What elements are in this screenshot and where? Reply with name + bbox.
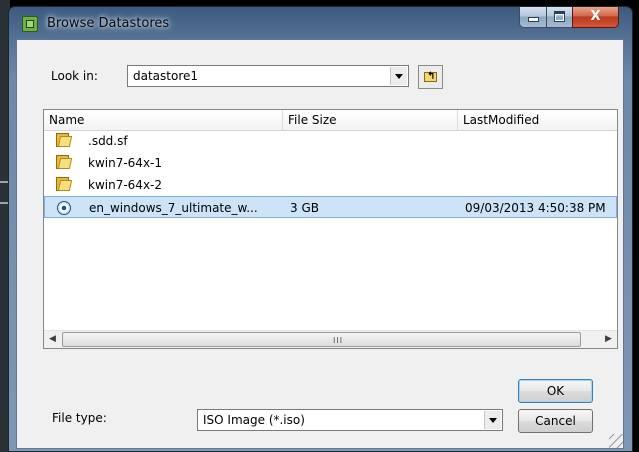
list-item[interactable]: kwin7-64x-2 bbox=[44, 174, 617, 196]
scroll-right-icon[interactable]: ▶ bbox=[600, 331, 617, 348]
scroll-left-icon[interactable]: ◀ bbox=[44, 331, 61, 348]
scroll-grip: III bbox=[333, 336, 344, 345]
dialog-body: Look in: datastore1 ↰ Name File Size Las… bbox=[16, 39, 624, 449]
column-header-last-modified[interactable]: LastModified bbox=[458, 110, 617, 130]
up-arrow-icon: ↰ bbox=[427, 71, 436, 82]
chevron-down-icon[interactable] bbox=[484, 411, 501, 429]
close-button[interactable]: X bbox=[572, 7, 619, 28]
maximize-icon bbox=[554, 11, 565, 22]
list-header: Name File Size LastModified bbox=[44, 110, 617, 131]
window-title: Browse Datastores bbox=[47, 16, 170, 31]
folder-icon bbox=[56, 155, 73, 169]
minimize-button[interactable] bbox=[519, 7, 547, 28]
folder-icon bbox=[56, 177, 73, 191]
look-in-dropdown[interactable]: datastore1 bbox=[127, 65, 409, 87]
column-header-file-size[interactable]: File Size bbox=[283, 110, 458, 130]
list-item[interactable]: kwin7-64x-1 bbox=[44, 152, 617, 174]
resize-grip-icon[interactable] bbox=[609, 434, 623, 448]
file-name: .sdd.sf bbox=[88, 134, 128, 148]
file-last-modified: 09/03/2013 4:50:38 PM bbox=[465, 201, 606, 215]
cancel-button[interactable]: Cancel bbox=[518, 409, 593, 433]
browse-datastores-dialog: Browse Datastores X Look in: datastore1 … bbox=[8, 6, 633, 452]
minimize-icon bbox=[527, 17, 539, 22]
look-in-value: datastore1 bbox=[133, 69, 199, 83]
file-size: 3 GB bbox=[290, 201, 319, 215]
file-name: kwin7-64x-1 bbox=[88, 156, 163, 170]
file-type-dropdown[interactable]: ISO Image (*.iso) bbox=[197, 409, 503, 431]
file-name: kwin7-64x-2 bbox=[88, 178, 163, 192]
chevron-down-icon[interactable] bbox=[390, 67, 407, 85]
column-header-name[interactable]: Name bbox=[44, 110, 283, 130]
up-one-level-button[interactable]: ↰ bbox=[418, 65, 443, 89]
list-item-selected[interactable]: en_windows_7_ultimate_w... 3 GB 09/03/20… bbox=[44, 196, 617, 218]
file-name: en_windows_7_ultimate_w... bbox=[89, 201, 258, 215]
file-type-label: File type: bbox=[52, 411, 107, 425]
file-list[interactable]: Name File Size LastModified .sdd.sf kwin… bbox=[43, 109, 618, 349]
close-icon: X bbox=[590, 9, 601, 24]
app-icon bbox=[22, 16, 38, 32]
look-in-label: Look in: bbox=[51, 69, 98, 83]
scroll-thumb[interactable]: III bbox=[62, 332, 581, 347]
folder-icon bbox=[56, 133, 73, 147]
maximize-button[interactable] bbox=[546, 7, 573, 28]
ok-button[interactable]: OK bbox=[518, 379, 593, 403]
iso-disc-icon bbox=[57, 201, 71, 215]
file-type-value: ISO Image (*.iso) bbox=[203, 413, 305, 427]
list-item[interactable]: .sdd.sf bbox=[44, 130, 617, 152]
title-bar[interactable]: Browse Datastores X bbox=[9, 7, 632, 39]
horizontal-scrollbar[interactable]: ◀ III ▶ bbox=[44, 330, 617, 348]
